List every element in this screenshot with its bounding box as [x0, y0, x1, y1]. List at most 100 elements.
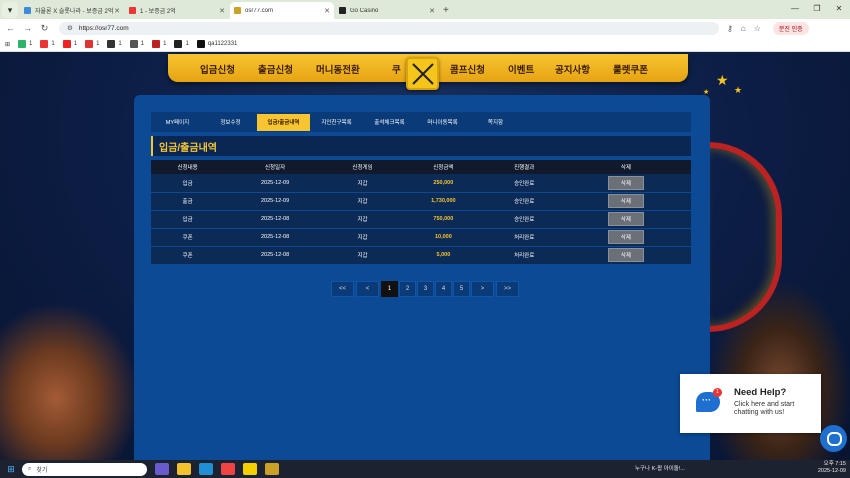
- tab-attendance[interactable]: 출석체크목록: [363, 114, 416, 131]
- nav-money-transfer[interactable]: 머니동전환: [316, 62, 360, 76]
- page-3-button[interactable]: 3: [417, 281, 434, 297]
- browser-tab-1[interactable]: 1 - 보증금 2억 ✕: [125, 2, 229, 19]
- close-icon: [411, 62, 434, 85]
- delete-button[interactable]: 삭제: [607, 212, 644, 226]
- character-illustration-left: [0, 302, 140, 460]
- tab-messages[interactable]: 쪽지함: [469, 114, 522, 131]
- cell-game: 지갑: [325, 228, 400, 247]
- close-tab-icon[interactable]: ✕: [219, 7, 225, 15]
- cell-status: 승인완료: [487, 210, 561, 229]
- app-icon[interactable]: [155, 463, 169, 475]
- last-page-button[interactable]: >>: [496, 281, 519, 297]
- star-icon: ★: [716, 72, 729, 88]
- translate-icon[interactable]: ⌂: [741, 24, 746, 33]
- tab-mypage[interactable]: MY페이지: [151, 114, 204, 131]
- bookmark-item[interactable]: 1: [174, 40, 189, 48]
- bookmark-label: qa1122331: [207, 41, 238, 47]
- chrome-icon[interactable]: [221, 463, 235, 475]
- delete-button[interactable]: 삭제: [607, 230, 644, 244]
- nav-roulette-coupon[interactable]: 룰렛쿠폰: [613, 62, 648, 76]
- close-window-icon[interactable]: ✕: [828, 0, 850, 17]
- edge-icon[interactable]: [199, 463, 213, 475]
- tab-search-icon[interactable]: ▾: [2, 2, 18, 18]
- clock-time: 오후 7:15: [823, 461, 846, 467]
- cell-date: 2025-12-09: [224, 174, 326, 193]
- col-amount: 신청금액: [399, 160, 488, 174]
- page-4-button[interactable]: 4: [435, 281, 452, 297]
- cell-game: 지갑: [325, 174, 400, 193]
- browser-tab-3[interactable]: Go Casino ✕: [335, 2, 439, 19]
- col-status: 진행결과: [487, 160, 561, 174]
- browser-tab-0[interactable]: 자율론 X 슬롯나라 - 보증금 2억 ✕: [20, 2, 124, 19]
- cell-amount: 5,000: [399, 246, 488, 265]
- nav-comp[interactable]: 콤프신청: [450, 62, 485, 76]
- back-icon[interactable]: ←: [4, 23, 17, 33]
- cell-status: 처리완료: [487, 228, 561, 247]
- cell-type: 입금: [151, 210, 225, 229]
- tab-edit-info[interactable]: 정보수정: [204, 114, 257, 131]
- tab-transaction-history[interactable]: 입금/출금내역: [257, 113, 310, 131]
- browser-tab-2[interactable]: osr77.com ✕: [230, 2, 334, 19]
- page-1-button[interactable]: 1: [381, 281, 398, 297]
- bookmark-item[interactable]: qa1122331: [196, 40, 238, 48]
- tab-friends[interactable]: 지인친구목록: [310, 114, 363, 131]
- cell-date: 2025-12-08: [224, 210, 326, 229]
- site-info-icon[interactable]: ⚙: [67, 24, 73, 32]
- next-page-button[interactable]: >: [471, 281, 494, 297]
- close-tab-icon[interactable]: ✕: [114, 7, 120, 15]
- help-widget[interactable]: 1 Need Help? Click here and start chatti…: [680, 374, 821, 433]
- cell-type: 쿠폰: [151, 246, 225, 265]
- nav-withdraw[interactable]: 출금신청: [258, 62, 293, 76]
- kakaotalk-icon[interactable]: [243, 463, 257, 475]
- bookmark-label: 1: [29, 41, 33, 47]
- app-icon[interactable]: [177, 463, 191, 475]
- minimize-icon[interactable]: —: [784, 0, 806, 17]
- page-2-button[interactable]: 2: [399, 281, 416, 297]
- bookmarks-bar: ⊞ 1 1 1 1 1 1 1 1 qa1122331: [0, 37, 850, 52]
- bookmark-item[interactable]: 1: [62, 40, 77, 48]
- nav-event[interactable]: 이벤트: [508, 62, 534, 76]
- close-tab-icon[interactable]: ✕: [324, 7, 330, 15]
- maximize-icon[interactable]: ❐: [806, 0, 828, 17]
- close-menu-button[interactable]: [406, 57, 439, 90]
- cell-status: 승인완료: [487, 192, 561, 211]
- mypage-panel: MY페이지 정보수정 입금/출금내역 지인친구목록 출석체크목록 머니이동목록 …: [134, 95, 710, 460]
- first-page-button[interactable]: <<: [331, 281, 354, 297]
- url-field[interactable]: ⚙ https://osr77.com: [59, 21, 719, 35]
- page-5-button[interactable]: 5: [453, 281, 470, 297]
- bookmark-item[interactable]: 1: [152, 40, 166, 48]
- reload-icon[interactable]: ↻: [38, 23, 51, 34]
- nav-notice[interactable]: 공지사항: [555, 62, 590, 76]
- key-icon[interactable]: ⚷: [727, 24, 733, 33]
- clock-date: 2025-12-09: [817, 468, 846, 474]
- delete-button[interactable]: 삭제: [607, 194, 644, 208]
- apps-grid-icon[interactable]: ⊞: [5, 41, 10, 48]
- bookmark-item[interactable]: 1: [129, 40, 144, 48]
- app-icon[interactable]: [265, 463, 279, 475]
- close-tab-icon[interactable]: ✕: [429, 7, 435, 15]
- bookmark-favicon: [196, 40, 205, 48]
- bookmark-item[interactable]: 1: [40, 40, 55, 48]
- new-tab-icon[interactable]: +: [443, 5, 449, 16]
- bookmark-item[interactable]: 1: [107, 40, 122, 48]
- nav-coupon[interactable]: 쿠: [392, 62, 401, 76]
- nav-deposit[interactable]: 입금신청: [200, 62, 235, 76]
- profile-button[interactable]: 분진 인증: [772, 21, 809, 35]
- tray-notification[interactable]: 누구나 K-팝 아이돌!...: [635, 464, 810, 472]
- delete-button[interactable]: 삭제: [607, 248, 644, 262]
- cell-date: 2025-12-08: [224, 228, 326, 247]
- windows-start-icon[interactable]: ⊞: [0, 464, 22, 475]
- taskbar-search[interactable]: ⌕ 찾기: [22, 462, 147, 476]
- tab-money-moves[interactable]: 머니이동목록: [416, 114, 469, 131]
- toolbar-icons: ⚷ ⌂ ☆: [727, 24, 769, 33]
- bookmark-item[interactable]: 1: [18, 40, 32, 48]
- bookmark-item[interactable]: 1: [85, 40, 99, 48]
- section-title: 입금/출금내역: [151, 136, 691, 156]
- bookmark-star-icon[interactable]: ☆: [754, 24, 761, 33]
- forward-icon[interactable]: →: [21, 23, 34, 33]
- open-chat-button[interactable]: [820, 425, 847, 452]
- bookmark-favicon: [129, 40, 138, 48]
- clock[interactable]: 오후 7:15 2025-12-09: [818, 461, 846, 475]
- prev-page-button[interactable]: <: [356, 281, 379, 297]
- delete-button[interactable]: 삭제: [607, 175, 644, 190]
